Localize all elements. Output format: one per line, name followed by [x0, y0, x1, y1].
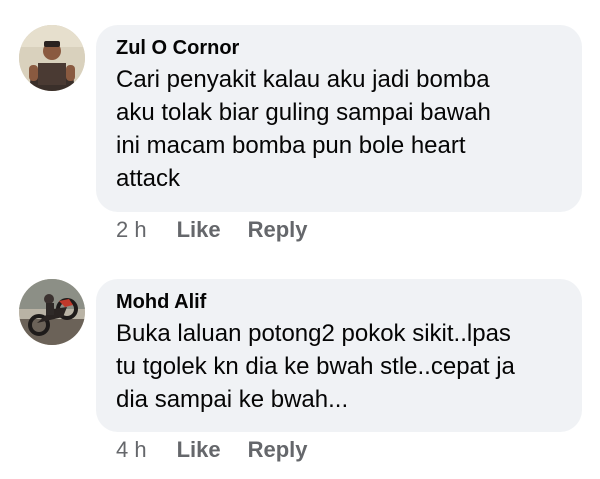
- avatar[interactable]: [19, 279, 85, 345]
- reply-button[interactable]: Reply: [248, 437, 308, 462]
- like-button[interactable]: Like: [177, 437, 221, 462]
- comment-timestamp[interactable]: 4 h: [116, 437, 147, 462]
- comment-text-line: tu tgolek kn dia ke bwah stle..cepat ja: [116, 353, 515, 380]
- avatar[interactable]: [19, 25, 85, 91]
- comment-text-line: Buka laluan potong2 pokok sikit..lpas: [116, 320, 511, 347]
- like-button[interactable]: Like: [177, 217, 221, 242]
- comment-actions: 4 h Like Reply: [116, 437, 308, 463]
- reply-button[interactable]: Reply: [248, 217, 308, 242]
- comment-text-line: Cari penyakit kalau aku jadi bomba: [116, 66, 490, 93]
- comment-text-line: ini macam bomba pun bole heart: [116, 132, 466, 159]
- comment-text: Buka laluan potong2 pokok sikit..lpas tu…: [116, 317, 560, 416]
- comment-text-line: attack: [116, 165, 181, 192]
- profile-photo-icon: [19, 279, 85, 345]
- comment-text-line: aku tolak biar guling sampai bawah: [116, 99, 491, 126]
- comment-bubble: Mohd Alif Buka laluan potong2 pokok siki…: [96, 279, 582, 432]
- comment-timestamp[interactable]: 2 h: [116, 217, 147, 242]
- profile-photo-icon: [19, 25, 85, 91]
- comment-author[interactable]: Zul O Cornor: [116, 36, 560, 60]
- comment-text: Cari penyakit kalau aku jadi bomba aku t…: [116, 63, 560, 195]
- comment-bubble: Zul O Cornor Cari penyakit kalau aku jad…: [96, 25, 582, 212]
- comment-actions: 2 h Like Reply: [116, 217, 308, 243]
- comment-text-line: dia sampai ke bwah...: [116, 386, 349, 413]
- comment-author[interactable]: Mohd Alif: [116, 290, 560, 314]
